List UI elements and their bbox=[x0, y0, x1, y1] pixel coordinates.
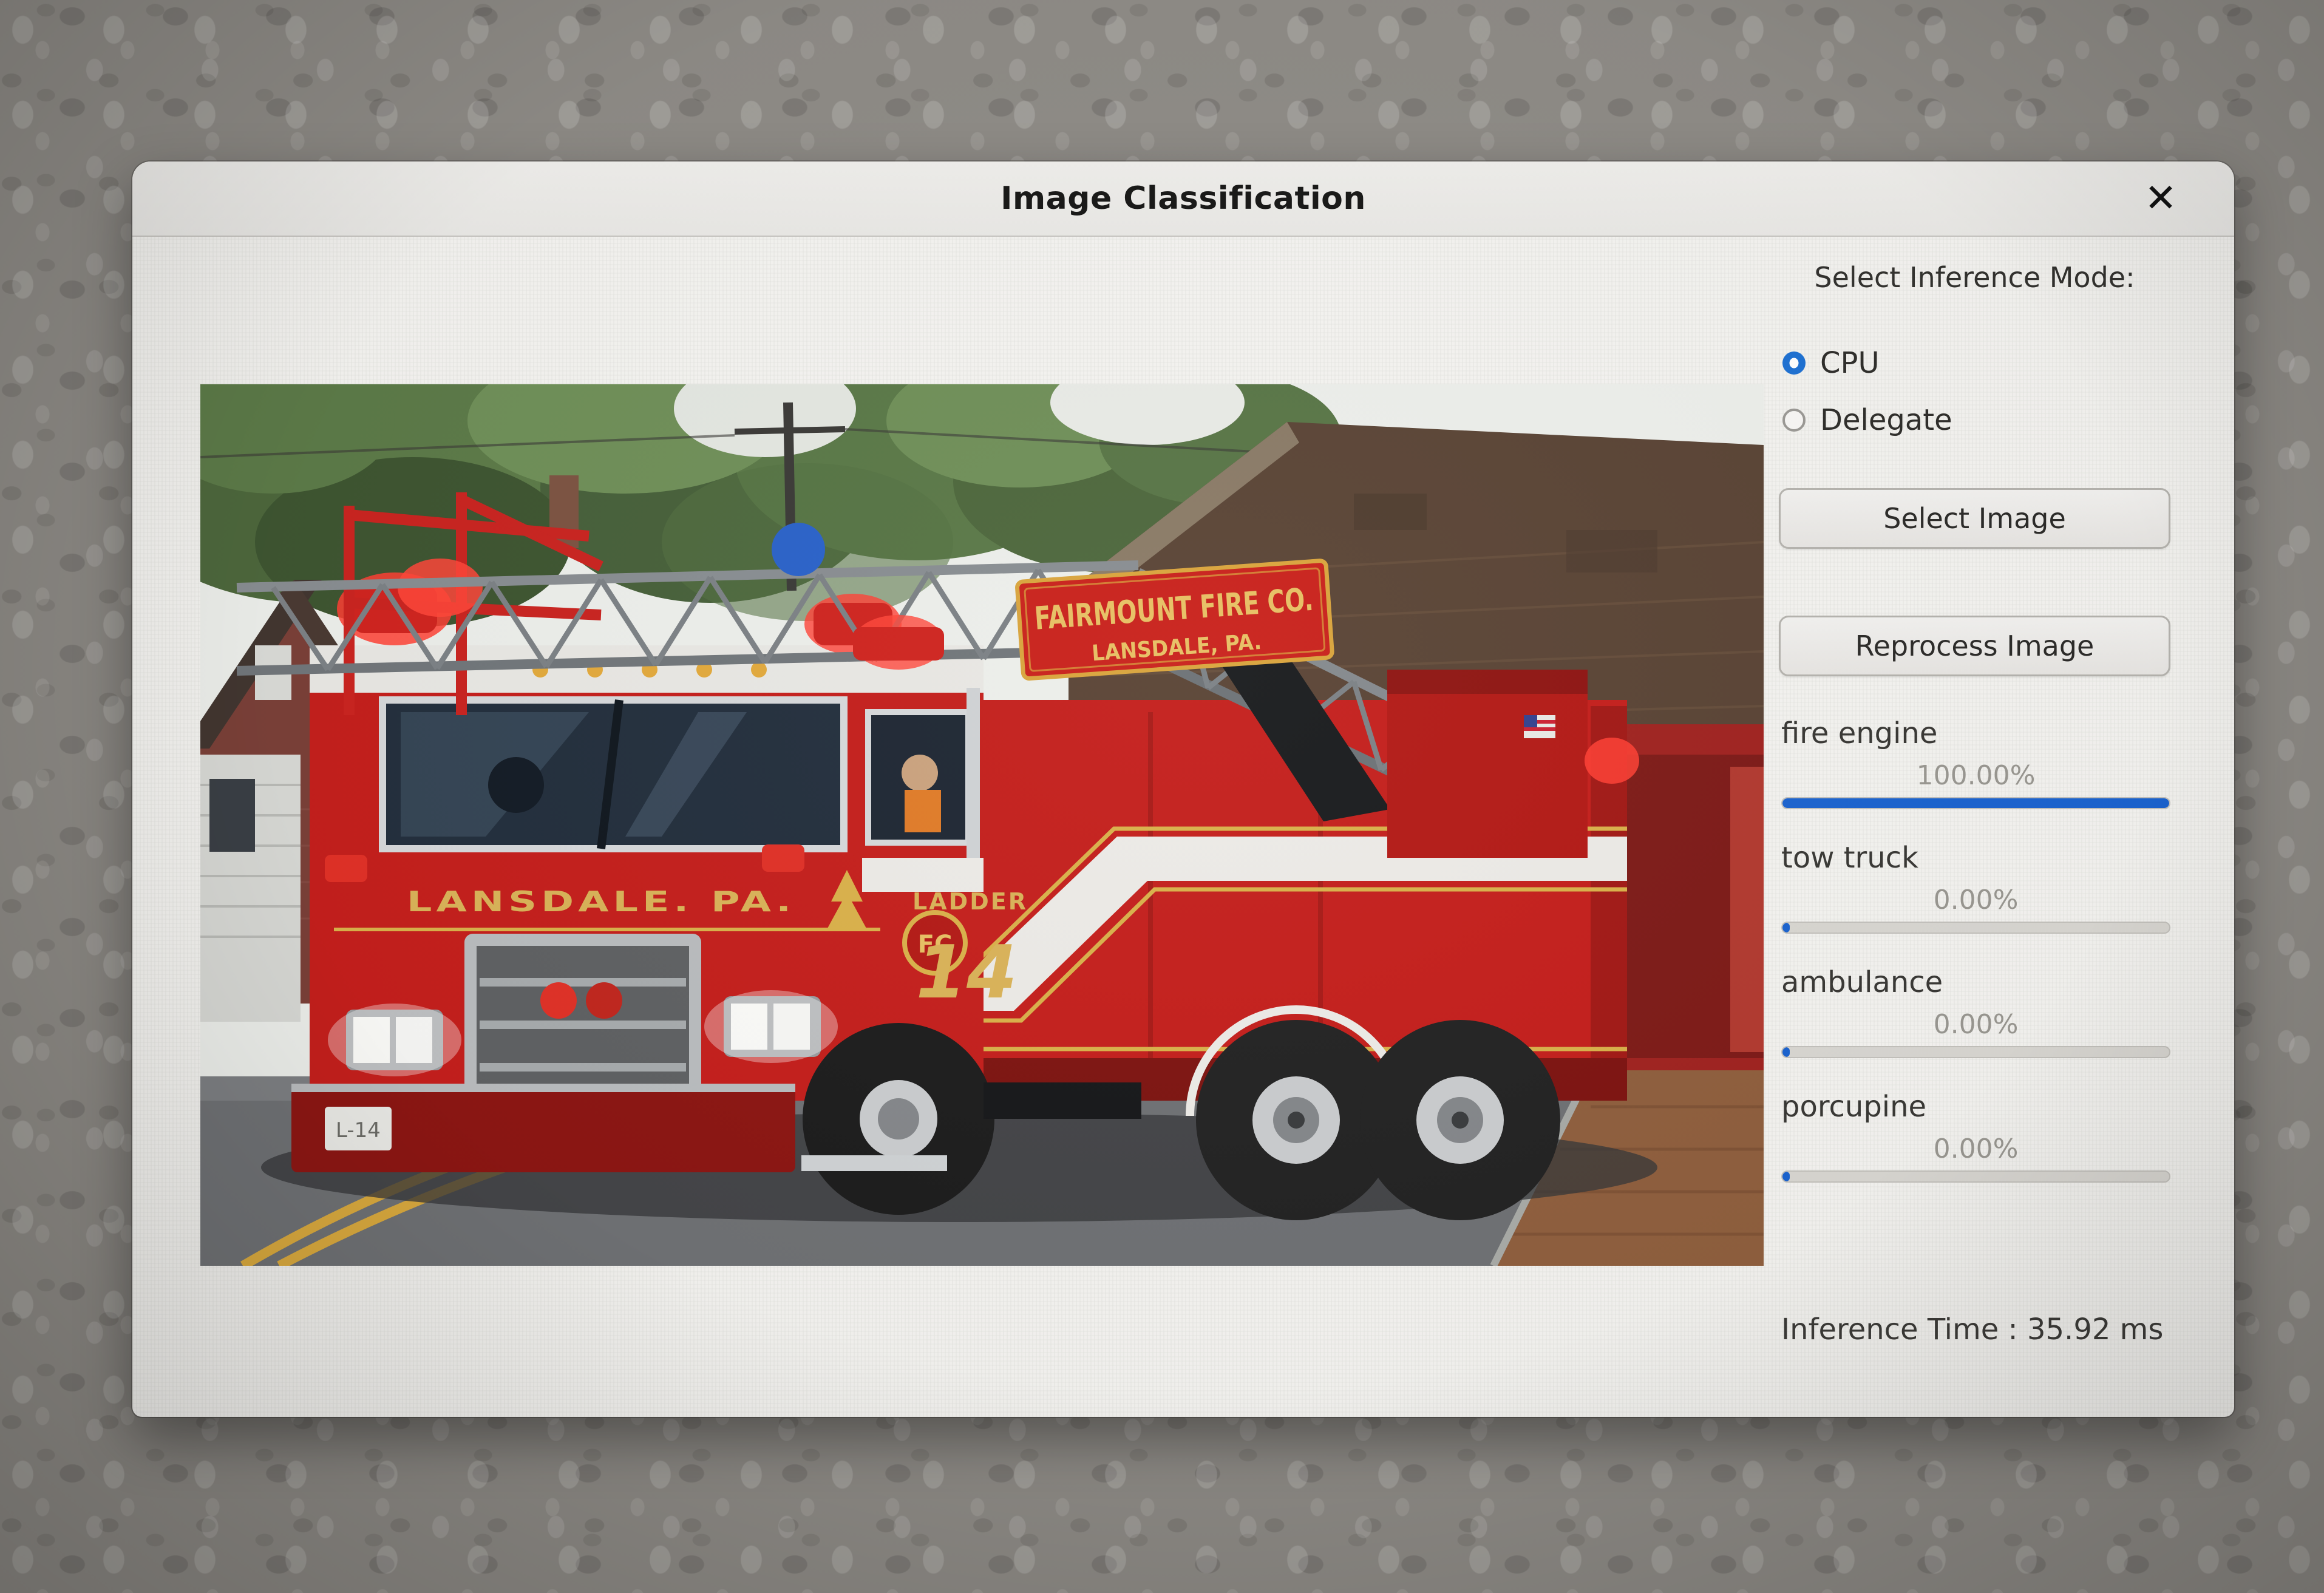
close-button[interactable]: ✕ bbox=[2135, 172, 2187, 225]
confidence-bar bbox=[1781, 797, 2170, 809]
result-row: ambulance 0.00% bbox=[1779, 965, 2170, 1058]
title-bar: Image Classification ✕ bbox=[132, 161, 2234, 237]
radio-cpu[interactable]: CPU bbox=[1782, 346, 2170, 380]
confidence-bar bbox=[1781, 1046, 2170, 1058]
result-percent: 100.00% bbox=[1781, 760, 2170, 791]
result-label: fire engine bbox=[1781, 716, 2170, 750]
app-window: Image Classification ✕ bbox=[132, 161, 2234, 1417]
confidence-bar-fill bbox=[1782, 1172, 1790, 1181]
confidence-bar-fill bbox=[1782, 1047, 1790, 1057]
result-percent: 0.00% bbox=[1781, 1133, 2170, 1164]
confidence-bar bbox=[1781, 1170, 2170, 1183]
radio-delegate-label: Delegate bbox=[1820, 403, 1952, 437]
radio-selected-icon[interactable] bbox=[1782, 352, 1806, 375]
select-image-button[interactable]: Select Image bbox=[1779, 488, 2170, 549]
confidence-bar-fill bbox=[1782, 923, 1790, 932]
white-house bbox=[200, 755, 301, 1022]
ladder-pedestal bbox=[1387, 670, 1588, 858]
reprocess-image-button[interactable]: Reprocess Image bbox=[1779, 616, 2170, 676]
control-panel: Select Inference Mode: CPU Delegate Sele… bbox=[1779, 236, 2170, 1417]
inference-time: Inference Time : 35.92 ms bbox=[1779, 1313, 2170, 1347]
classified-image: LANSDALE. PA. 14 bbox=[200, 384, 1764, 1266]
confidence-bar-fill bbox=[1782, 798, 2169, 808]
result-percent: 0.00% bbox=[1781, 885, 2170, 915]
result-label: ambulance bbox=[1781, 965, 2170, 999]
radio-cpu-label: CPU bbox=[1820, 346, 1880, 380]
ladder-banner: FAIRMOUNT FIRE CO. LANSDALE, PA. bbox=[1017, 560, 1333, 679]
door-number: 14 bbox=[916, 931, 1018, 1015]
result-label: porcupine bbox=[1781, 1090, 2170, 1124]
svg-text:L-14: L-14 bbox=[336, 1118, 381, 1143]
result-row: tow truck 0.00% bbox=[1779, 841, 2170, 934]
close-icon: ✕ bbox=[2144, 176, 2177, 221]
classification-results: fire engine 100.00% tow truck 0.00% ambu… bbox=[1779, 716, 2170, 1214]
fire-truck-photo: LANSDALE. PA. 14 bbox=[200, 384, 1764, 1266]
result-label: tow truck bbox=[1781, 841, 2170, 875]
inference-mode-label: Select Inference Mode: bbox=[1779, 261, 2170, 294]
result-percent: 0.00% bbox=[1781, 1009, 2170, 1040]
confidence-bar bbox=[1781, 922, 2170, 934]
door-ladder-text: LADDER bbox=[912, 888, 1028, 915]
truck-front-text: LANSDALE. PA. bbox=[407, 885, 795, 918]
radio-delegate[interactable]: Delegate bbox=[1782, 403, 2170, 437]
radio-unselected-icon[interactable] bbox=[1782, 409, 1806, 432]
inference-mode-radios: CPU Delegate bbox=[1782, 346, 2170, 437]
page-title: Image Classification bbox=[1001, 180, 1366, 217]
result-row: porcupine 0.00% bbox=[1779, 1090, 2170, 1183]
result-row: fire engine 100.00% bbox=[1779, 716, 2170, 809]
